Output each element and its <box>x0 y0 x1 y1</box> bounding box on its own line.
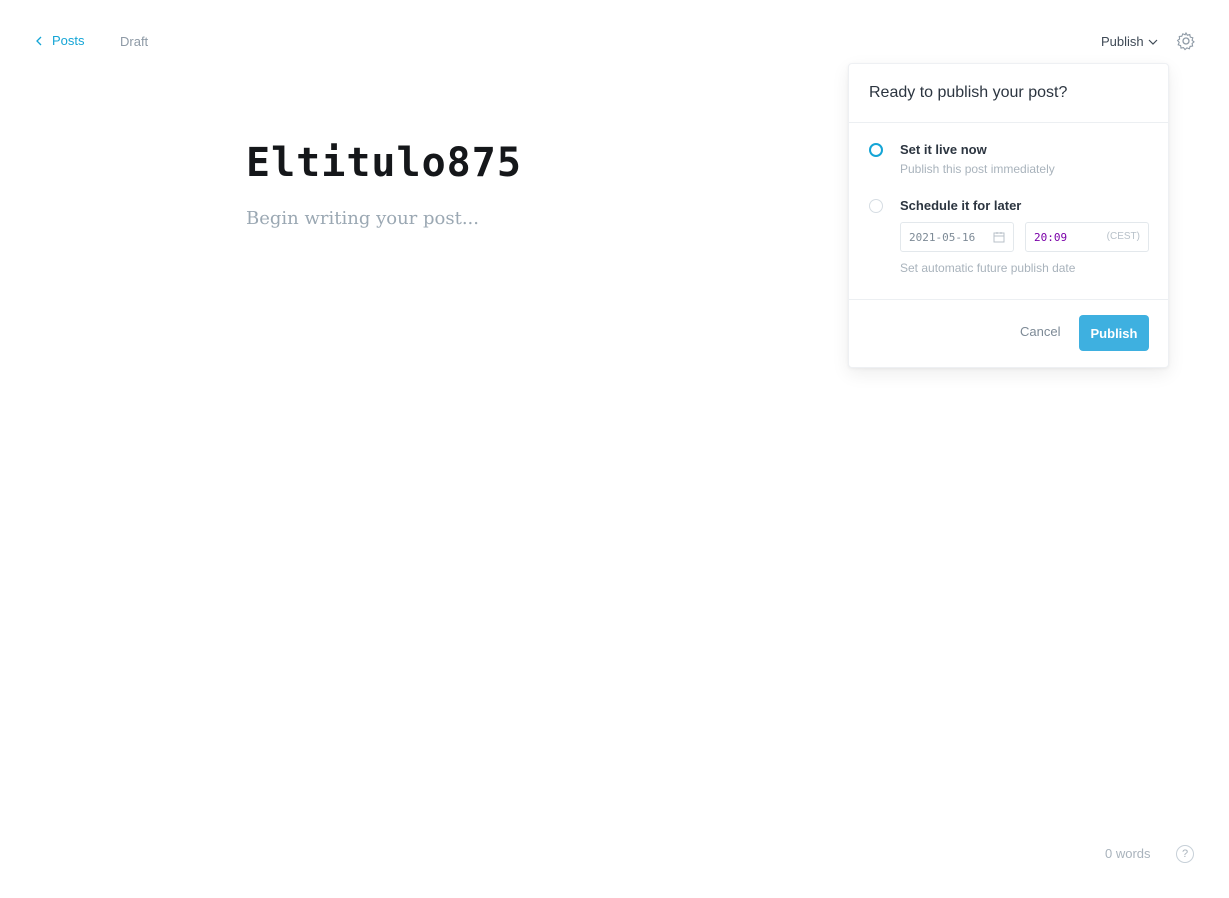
timezone-label: (CEST) <box>1106 231 1140 242</box>
publish-panel-footer: Cancel Publish <box>849 300 1168 370</box>
schedule-hint: Set automatic future publish date <box>900 261 1076 275</box>
editor-page: Posts Draft Publish Eltitulo875 Begin wr… <box>0 0 1229 898</box>
publish-menu-label: Publish <box>1101 34 1144 49</box>
radio-schedule[interactable] <box>869 199 883 213</box>
chevron-down-icon <box>1148 39 1158 45</box>
word-count: 0 words <box>1105 846 1151 861</box>
publish-button[interactable]: Publish <box>1079 315 1149 351</box>
option-publish-now-label: Set it live now <box>900 142 987 157</box>
publish-menu-trigger[interactable]: Publish <box>1101 34 1158 49</box>
schedule-time-input[interactable]: 20:09 (CEST) <box>1025 222 1149 252</box>
schedule-time-value: 20:09 <box>1034 230 1068 244</box>
calendar-icon[interactable] <box>993 231 1005 243</box>
back-link-label: Posts <box>52 33 85 48</box>
schedule-date-value: 2021-05-16 <box>909 230 976 244</box>
post-title[interactable]: Eltitulo875 <box>246 136 522 190</box>
option-publish-now-description: Publish this post immediately <box>900 162 1055 176</box>
schedule-date-input[interactable]: 2021-05-16 <box>900 222 1014 252</box>
post-status: Draft <box>120 34 149 49</box>
back-to-posts-link[interactable]: Posts <box>34 33 85 48</box>
publish-panel-heading: Ready to publish your post? <box>849 64 1168 123</box>
gear-icon[interactable] <box>1176 31 1196 51</box>
publish-options: Set it live now Publish this post immedi… <box>849 123 1168 300</box>
chevron-left-icon <box>36 36 42 45</box>
option-schedule-label: Schedule it for later <box>900 198 1022 213</box>
help-icon[interactable]: ? <box>1176 845 1194 863</box>
radio-publish-now[interactable] <box>869 143 883 157</box>
cancel-button[interactable]: Cancel <box>1020 324 1060 339</box>
publish-panel: Ready to publish your post? Set it live … <box>848 63 1169 368</box>
post-body-editor[interactable]: Begin writing your post... <box>246 208 479 229</box>
